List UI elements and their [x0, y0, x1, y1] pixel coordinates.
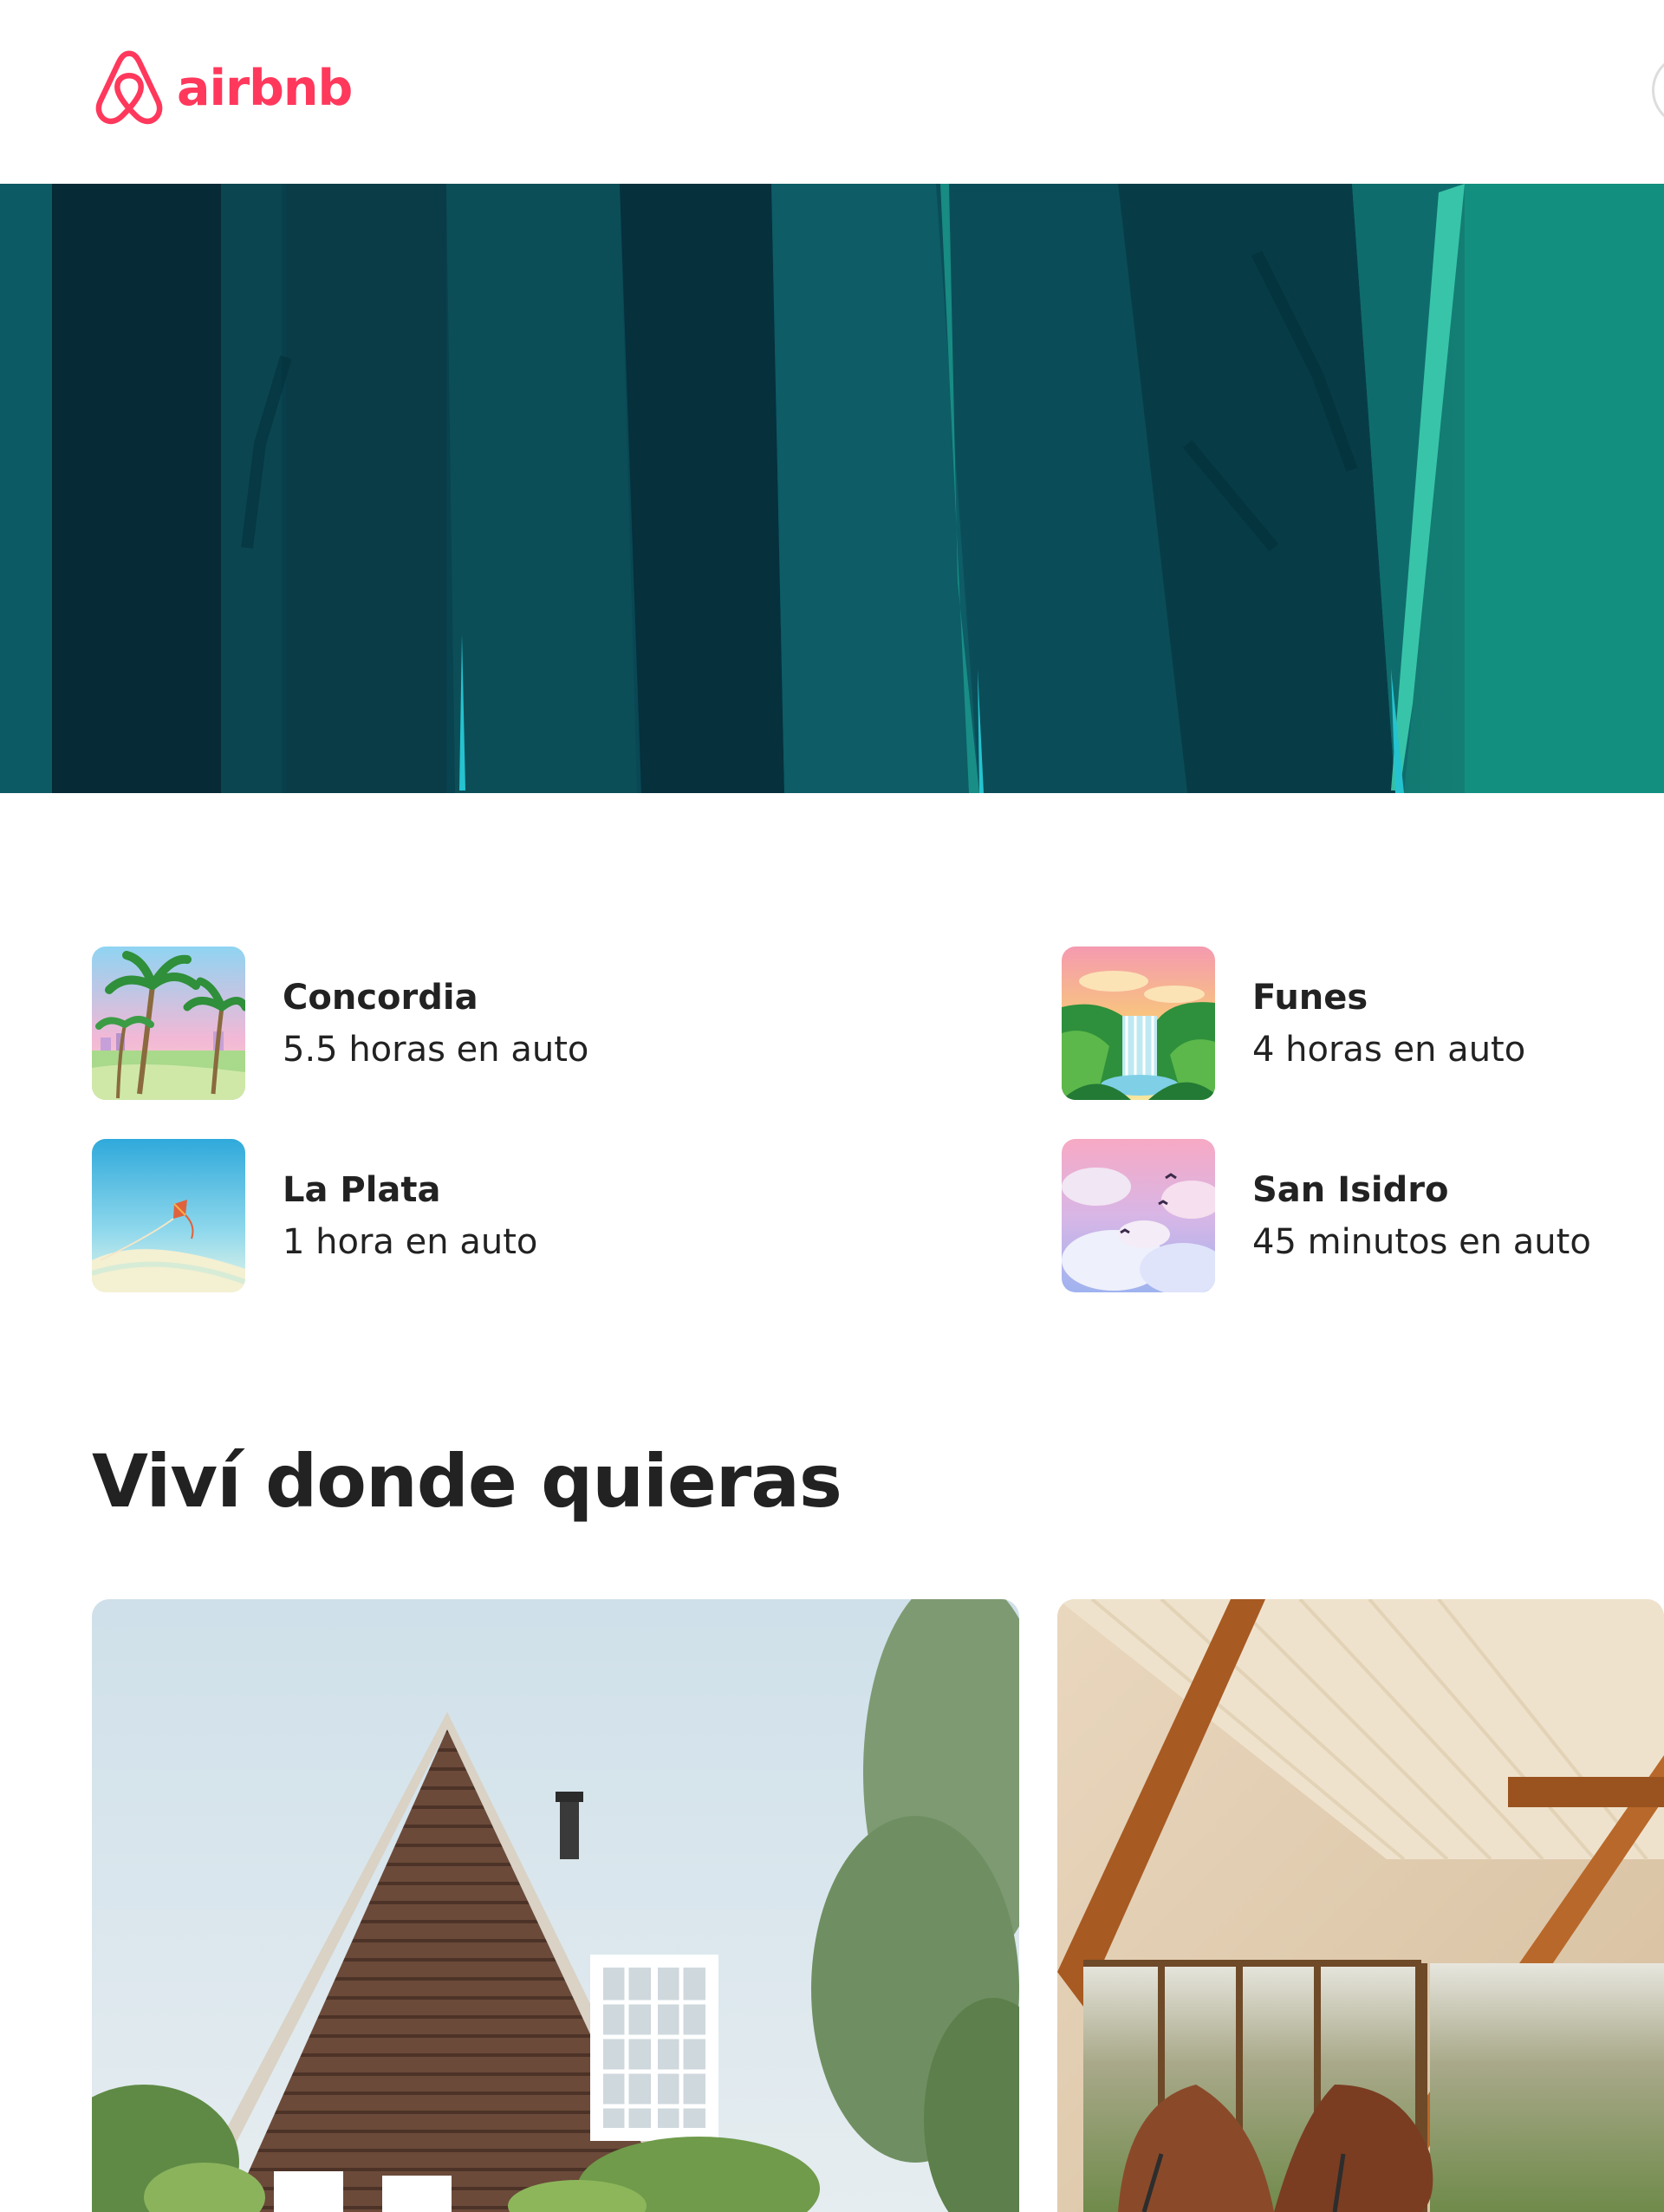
palm-trees-thumbnail	[92, 947, 245, 1100]
wooden-house-image	[92, 1599, 1019, 2212]
kite-thumbnail	[92, 1139, 245, 1292]
waterfall-thumbnail	[1062, 947, 1215, 1100]
top-header: airbnb	[0, 0, 1664, 184]
destination-item[interactable]: San Isidro 45 minutos en auto	[1062, 1139, 1591, 1292]
destination-item[interactable]: Concordia 5.5 horas en auto	[92, 947, 588, 1100]
destination-drive-time: 5.5 horas en auto	[283, 1029, 589, 1070]
clouds-birds-thumbnail	[1062, 1139, 1215, 1292]
destination-item[interactable]: Funes 4 horas en auto	[1062, 947, 1525, 1100]
destination-name: San Isidro	[1252, 1169, 1449, 1210]
listing-card[interactable]	[92, 1599, 1019, 2212]
a-frame-interior-image	[1057, 1599, 1664, 2212]
destination-drive-time: 4 horas en auto	[1252, 1029, 1526, 1070]
airbnb-logo-icon	[95, 50, 163, 125]
hero-forest-illustration	[0, 184, 1664, 793]
brand-name: airbnb	[177, 60, 353, 117]
destination-name: Concordia	[283, 977, 478, 1018]
destination-name: La Plata	[283, 1169, 441, 1210]
profile-menu-button[interactable]	[1652, 54, 1664, 127]
section-title: Viví donde quieras	[92, 1439, 842, 1524]
airbnb-logo[interactable]: airbnb	[92, 49, 353, 128]
destination-item[interactable]: La Plata 1 hora en auto	[92, 1139, 537, 1292]
destination-name: Funes	[1252, 977, 1368, 1018]
listing-card[interactable]	[1057, 1599, 1664, 2212]
hero-banner	[0, 184, 1664, 793]
destination-drive-time: 1 hora en auto	[283, 1221, 538, 1262]
destination-drive-time: 45 minutos en auto	[1252, 1221, 1591, 1262]
